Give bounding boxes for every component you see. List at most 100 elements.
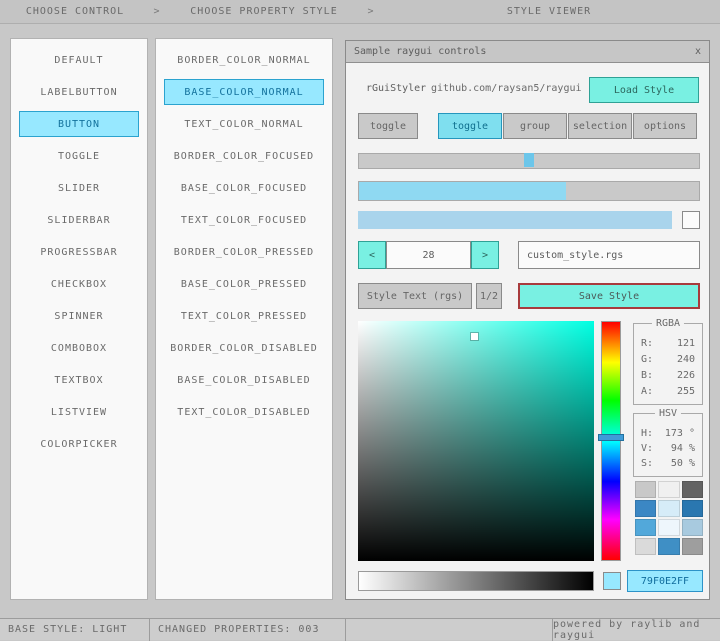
slider-handle[interactable] [524, 153, 534, 167]
toggle-button[interactable]: toggle [358, 113, 418, 139]
palette-swatch[interactable] [635, 481, 657, 498]
list-item-default[interactable]: DEFAULT [19, 47, 139, 73]
hue-bar-cursor[interactable] [598, 434, 624, 441]
hsv-h-value: 173 ° [664, 428, 695, 439]
hsv-h-label: H: [641, 428, 654, 439]
palette-swatch[interactable] [658, 538, 680, 555]
value-gradient-bar[interactable] [358, 571, 594, 591]
chevron-right-icon: > [153, 6, 161, 17]
brand-label: rGuiStyler [366, 83, 427, 94]
rgba-g-value: 240 [676, 354, 695, 365]
header-choose-property-style: CHOOSE PROPERTY STYLE [190, 6, 338, 17]
list-item-spinner[interactable]: SPINNER [19, 303, 139, 329]
hex-value-field[interactable]: 79F0E2FF [627, 570, 703, 592]
color-picker-cursor[interactable] [471, 333, 479, 340]
current-color-swatch[interactable] [603, 572, 621, 590]
header-style-viewer: STYLE VIEWER [506, 6, 592, 17]
toggle-group-selection[interactable]: selection [568, 113, 632, 139]
list-item-checkbox[interactable]: CHECKBOX [19, 271, 139, 297]
breadcrumb-header: CHOOSE CONTROL > CHOOSE PROPERTY STYLE >… [0, 0, 720, 24]
sample-slider[interactable] [358, 153, 700, 169]
hsv-row-s: S: 50 % [641, 456, 695, 471]
window-title: Sample raygui controls [354, 46, 487, 57]
hsv-row-h: H: 173 ° [641, 426, 695, 441]
hsv-s-value: 50 % [670, 458, 695, 469]
rgba-a-value: 255 [676, 386, 695, 397]
list-item-combobox[interactable]: COMBOBOX [19, 335, 139, 361]
hsv-v-value: 94 % [670, 443, 695, 454]
rgba-a-label: A: [641, 386, 654, 397]
prop-item-base-color-focused[interactable]: BASE_COLOR_FOCUSED [164, 175, 324, 201]
list-item-labelbutton[interactable]: LABELBUTTON [19, 79, 139, 105]
prop-item-text-color-disabled[interactable]: TEXT_COLOR_DISABLED [164, 399, 324, 425]
prop-item-border-color-focused[interactable]: BORDER_COLOR_FOCUSED [164, 143, 324, 169]
status-bar: BASE STYLE: LIGHT CHANGED PROPERTIES: 00… [0, 618, 720, 641]
prop-item-border-color-normal[interactable]: BORDER_COLOR_NORMAL [164, 47, 324, 73]
save-style-button[interactable]: Save Style [518, 283, 700, 309]
rgba-row-r: R: 121 [641, 336, 695, 352]
spinner-decrement-button[interactable]: < [358, 241, 386, 269]
palette-swatch[interactable] [658, 481, 680, 498]
status-changed-properties: CHANGED PROPERTIES: 003 [150, 618, 346, 641]
prop-item-base-color-normal[interactable]: BASE_COLOR_NORMAL [164, 79, 324, 105]
list-item-toggle[interactable]: TOGGLE [19, 143, 139, 169]
rgba-row-a: A: 255 [641, 384, 695, 400]
controls-list-panel: DEFAULT LABELBUTTON BUTTON TOGGLE SLIDER… [10, 38, 148, 600]
prop-item-text-color-normal[interactable]: TEXT_COLOR_NORMAL [164, 111, 324, 137]
list-item-progressbar[interactable]: PROGRESSBAR [19, 239, 139, 265]
rgba-groupbox: RGBA R: 121 G: 240 B: 226 A: 255 [633, 318, 703, 405]
prop-item-base-color-disabled[interactable]: BASE_COLOR_DISABLED [164, 367, 324, 393]
list-item-listview[interactable]: LISTVIEW [19, 399, 139, 425]
rgba-r-value: 121 [676, 338, 695, 349]
hue-bar[interactable] [598, 321, 624, 561]
sv-square[interactable] [358, 321, 594, 561]
progress-bar-fill [359, 182, 567, 200]
window-titlebar[interactable]: Sample raygui controls x [346, 41, 709, 63]
hsv-groupbox: HSV H: 173 ° V: 94 % S: 50 % [633, 408, 703, 477]
filename-textbox[interactable]: custom_style.rgs [518, 241, 700, 269]
sample-sliderbar[interactable] [358, 211, 672, 229]
hsv-row-v: V: 94 % [641, 441, 695, 456]
prop-item-text-color-pressed[interactable]: TEXT_COLOR_PRESSED [164, 303, 324, 329]
palette-swatch[interactable] [658, 500, 680, 517]
hsv-v-label: V: [641, 443, 654, 454]
prop-item-border-color-pressed[interactable]: BORDER_COLOR_PRESSED [164, 239, 324, 265]
load-style-button[interactable]: Load Style [589, 77, 699, 103]
spinner-value[interactable]: 28 [386, 241, 471, 269]
sample-progress-bar [358, 181, 700, 201]
palette-swatch[interactable] [635, 500, 657, 517]
list-item-slider[interactable]: SLIDER [19, 175, 139, 201]
palette-swatch[interactable] [681, 500, 703, 517]
toggle-group-group[interactable]: group [503, 113, 567, 139]
toggle-group-options[interactable]: options [633, 113, 697, 139]
list-item-textbox[interactable]: TEXTBOX [19, 367, 139, 393]
list-item-button[interactable]: BUTTON [19, 111, 139, 137]
style-viewer-window: Sample raygui controls x rGuiStyler gith… [345, 40, 710, 600]
style-text-button[interactable]: Style Text (rgs) [358, 283, 472, 309]
list-item-sliderbar[interactable]: SLIDERBAR [19, 207, 139, 233]
status-powered-by: powered by raylib and raygui [552, 618, 720, 641]
toggle-group-toggle[interactable]: toggle [438, 113, 502, 139]
color-palette-grid [635, 481, 703, 557]
chevron-right-icon: > [367, 6, 375, 17]
rgba-row-g: G: 240 [641, 352, 695, 368]
rgba-title: RGBA [651, 318, 685, 329]
repo-link[interactable]: github.com/raysan5/raygui [431, 83, 582, 94]
palette-swatch[interactable] [635, 519, 657, 536]
close-icon[interactable]: x [687, 41, 709, 63]
palette-swatch[interactable] [635, 538, 657, 555]
prop-item-border-color-disabled[interactable]: BORDER_COLOR_DISABLED [164, 335, 324, 361]
header-choose-control: CHOOSE CONTROL [25, 6, 125, 17]
rgba-row-b: B: 226 [641, 368, 695, 384]
palette-swatch[interactable] [658, 519, 680, 536]
palette-swatch[interactable] [681, 538, 703, 555]
list-item-colorpicker[interactable]: COLORPICKER [19, 431, 139, 457]
sample-checkbox[interactable] [682, 211, 700, 229]
prop-item-text-color-focused[interactable]: TEXT_COLOR_FOCUSED [164, 207, 324, 233]
rgba-b-value: 226 [676, 370, 695, 381]
prop-item-base-color-pressed[interactable]: BASE_COLOR_PRESSED [164, 271, 324, 297]
pager-button[interactable]: 1/2 [476, 283, 502, 309]
palette-swatch[interactable] [681, 481, 703, 498]
spinner-increment-button[interactable]: > [471, 241, 499, 269]
palette-swatch[interactable] [681, 519, 703, 536]
